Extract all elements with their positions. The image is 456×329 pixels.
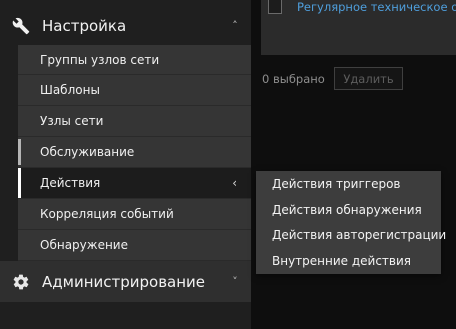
sidebar-item-host-groups[interactable]: Группы узлов сети — [18, 45, 251, 75]
sidebar-item-discovery[interactable]: Обнаружение — [18, 230, 251, 261]
chevron-up-icon: ˄ — [232, 19, 238, 32]
sidebar-item-label: Узлы сети — [40, 114, 104, 128]
sidebar: Настройка ˄ Группы узлов сети Шаблоны Уз… — [0, 0, 251, 329]
sidebar-item-templates[interactable]: Шаблоны — [18, 75, 251, 106]
app-root: Регулярное техническое обс 0 выбрано Уда… — [0, 0, 456, 329]
gear-icon — [0, 273, 42, 291]
sidebar-item-label: Корреляция событий — [40, 207, 174, 221]
sidebar-section-configuration[interactable]: Настройка ˄ — [0, 4, 251, 47]
wrench-icon — [0, 17, 42, 35]
sidebar-item-maintenance[interactable]: Обслуживание — [18, 137, 251, 168]
maintenance-link[interactable]: Регулярное техническое обс — [297, 0, 456, 14]
chevron-down-icon: ˅ — [232, 275, 238, 288]
configuration-submenu: Группы узлов сети Шаблоны Узлы сети Обсл… — [18, 45, 251, 261]
sidebar-item-actions[interactable]: Действия ‹ — [18, 168, 251, 199]
sidebar-item-hosts[interactable]: Узлы сети — [18, 106, 251, 137]
menu-item-internal-actions[interactable]: Внутренние действия — [256, 248, 441, 274]
sidebar-item-event-correlation[interactable]: Корреляция событий — [18, 199, 251, 230]
delete-button[interactable]: Удалить — [334, 67, 403, 90]
actions-flyout-menu: Действия триггеров Действия обнаружения … — [256, 171, 446, 274]
sidebar-item-label: Шаблоны — [40, 83, 100, 97]
sidebar-item-label: Действия — [40, 176, 101, 190]
section-label: Настройка — [42, 16, 127, 35]
table-row: Регулярное техническое обс — [261, 0, 456, 55]
section-label: Администрирование — [42, 272, 206, 291]
menu-item-autoregistration-actions[interactable]: Действия авторегистрации — [256, 223, 446, 249]
row-checkbox[interactable] — [268, 0, 282, 14]
sidebar-section-administration[interactable]: Администрирование ˅ — [0, 261, 251, 302]
menu-item-discovery-actions[interactable]: Действия обнаружения — [256, 197, 441, 223]
menu-item-trigger-actions[interactable]: Действия триггеров — [256, 171, 441, 197]
sidebar-item-label: Обнаружение — [40, 238, 128, 252]
sidebar-item-label: Группы узлов сети — [40, 52, 160, 67]
sidebar-item-label: Обслуживание — [40, 145, 135, 159]
selected-count: 0 выбрано — [262, 72, 325, 86]
chevron-left-icon: ‹ — [232, 176, 237, 190]
